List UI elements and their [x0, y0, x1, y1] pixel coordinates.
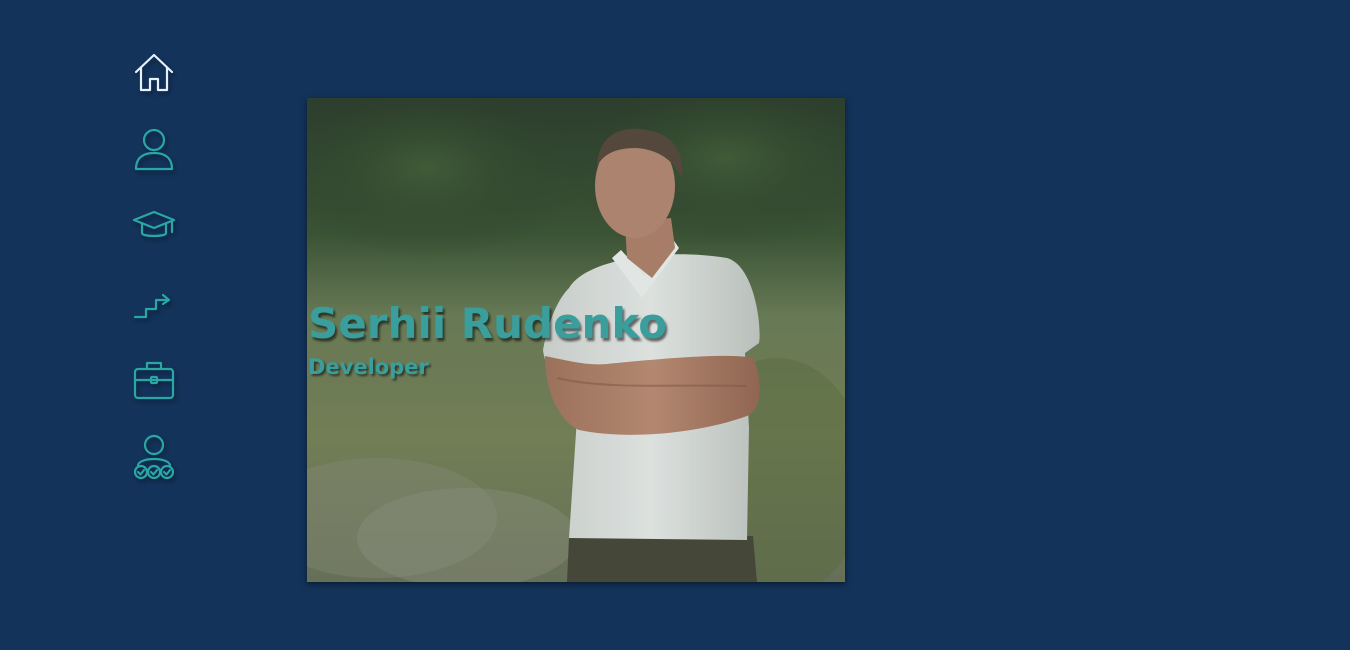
hero-name: Serhii Rudenko [308, 299, 668, 348]
nav-item-education[interactable] [130, 202, 178, 250]
user-icon [134, 128, 174, 171]
nav-item-about[interactable] [130, 125, 178, 173]
stairs-growth-icon [133, 293, 171, 319]
nav-item-skills[interactable] [130, 433, 178, 481]
page: Serhii Rudenko Developer [0, 0, 1350, 650]
hero-card: Serhii Rudenko Developer [307, 98, 845, 582]
briefcase-icon [133, 361, 175, 400]
sidebar-nav [130, 48, 178, 510]
nav-item-home[interactable] [130, 48, 178, 96]
home-icon [134, 53, 174, 92]
graduation-cap-icon [132, 210, 176, 238]
user-skills-icon [133, 434, 175, 480]
nav-item-portfolio[interactable] [130, 356, 178, 404]
nav-item-experience[interactable] [130, 279, 178, 327]
hero-role: Developer [308, 355, 429, 379]
